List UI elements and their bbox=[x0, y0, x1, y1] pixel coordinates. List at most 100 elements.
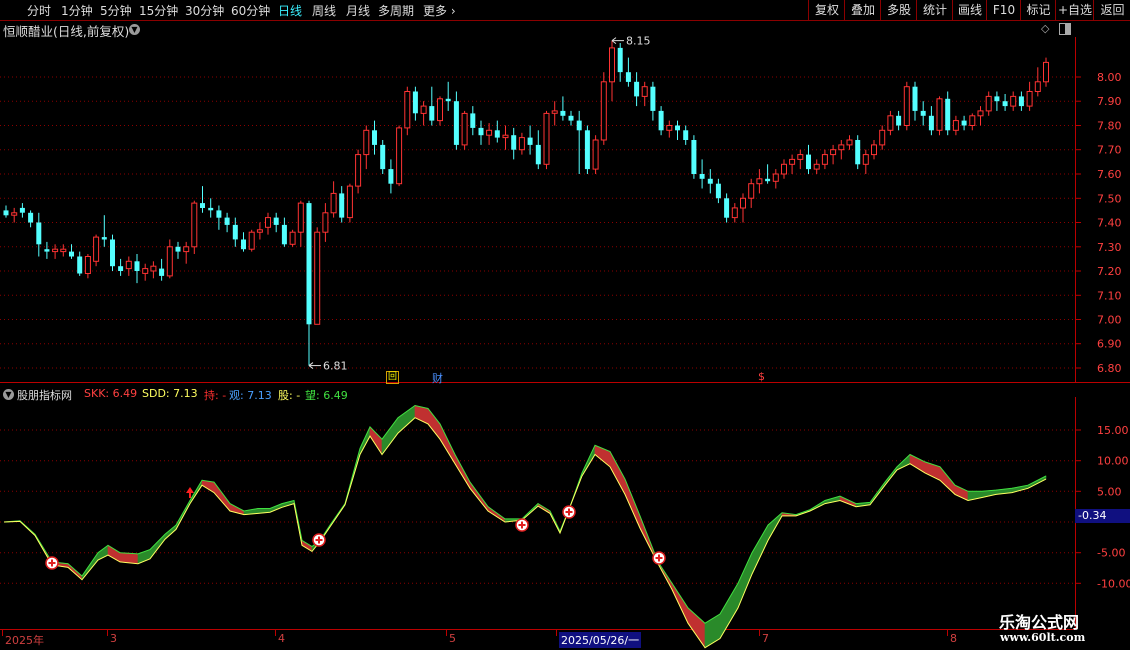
candle-body-65 bbox=[535, 144, 541, 165]
price-tick-label-5: 7.30 bbox=[1097, 241, 1122, 254]
candle-body-87 bbox=[715, 183, 721, 199]
candle-body-105 bbox=[862, 154, 869, 165]
candle-body-92 bbox=[756, 178, 763, 185]
candle-body-107 bbox=[879, 129, 886, 146]
watermark-title: 乐淘公式网 bbox=[999, 613, 1080, 632]
candle-body-56 bbox=[461, 112, 468, 146]
candle-body-64 bbox=[527, 137, 533, 145]
candle-body-122 bbox=[1002, 101, 1008, 107]
candle-body-24 bbox=[200, 203, 205, 208]
hui-marker[interactable]: 回 bbox=[386, 371, 399, 384]
indicator-chevron-icon[interactable]: ▼ bbox=[3, 389, 14, 400]
main-chart: 6.80 6.90 7.00 7.10 7.20 7.30 7.40 7.50 7.60 7.70… bbox=[0, 35, 1130, 649]
candle-body-1 bbox=[11, 212, 18, 216]
candle-body-62 bbox=[511, 135, 517, 150]
candle-body-98 bbox=[806, 154, 811, 170]
dollar-marker[interactable]: $ bbox=[758, 370, 765, 383]
candle-body-111 bbox=[912, 86, 918, 111]
candle-body-52 bbox=[429, 106, 435, 121]
date-tick-4 bbox=[556, 630, 557, 636]
candle-body-5 bbox=[44, 249, 50, 252]
candle-body-2 bbox=[19, 207, 25, 213]
date-tick-1 bbox=[107, 630, 108, 636]
price-tick-label-3: 7.10 bbox=[1097, 289, 1122, 302]
candle-body-109 bbox=[896, 115, 902, 126]
candle-body-17 bbox=[142, 268, 149, 274]
candle-body-96 bbox=[789, 158, 796, 165]
price-tick-label-0: 6.80 bbox=[1097, 362, 1122, 375]
date-label-0: 2025年 bbox=[5, 634, 44, 647]
price-tick-label-7: 7.50 bbox=[1097, 192, 1122, 205]
candle-body-46 bbox=[380, 144, 386, 170]
candle-body-106 bbox=[871, 144, 877, 156]
date-tick-6 bbox=[947, 630, 948, 636]
candle-body-114 bbox=[936, 98, 943, 131]
price-tick-label-9: 7.70 bbox=[1097, 144, 1122, 157]
candle-body-36 bbox=[297, 202, 304, 233]
date-tick-2 bbox=[275, 630, 276, 636]
candle-body-15 bbox=[125, 260, 132, 270]
indicator-name: 股朋指标网 bbox=[17, 389, 72, 402]
ind-band-seg-67 bbox=[939, 465, 956, 496]
candle-body-43 bbox=[355, 154, 362, 187]
candle-body-40 bbox=[330, 192, 337, 214]
candle-body-117 bbox=[961, 120, 967, 126]
date-label-6: 8 bbox=[950, 632, 957, 645]
indicator-item-1: SDD: 7.13 bbox=[142, 387, 198, 400]
candle-body-16 bbox=[134, 261, 140, 271]
indicator-axis: 15.00 10.00 5.00 -5.00 -10.00 bbox=[1075, 424, 1130, 590]
candle-body-104 bbox=[855, 140, 861, 165]
candle-body-7 bbox=[60, 248, 67, 253]
indicator-item-0: SKK: 6.49 bbox=[84, 387, 138, 400]
candle-body-25 bbox=[208, 207, 214, 211]
candle-body-48 bbox=[396, 127, 403, 185]
candle-body-112 bbox=[920, 110, 926, 116]
candle-body-99 bbox=[813, 163, 820, 170]
candle-body-57 bbox=[470, 113, 476, 128]
candle-body-11 bbox=[93, 236, 100, 262]
candle-body-82 bbox=[675, 125, 680, 131]
candle-body-26 bbox=[216, 210, 222, 218]
candle-body-20 bbox=[166, 246, 173, 277]
candle-body-47 bbox=[388, 169, 394, 184]
candle-body-100 bbox=[821, 154, 828, 165]
candle-body-58 bbox=[478, 127, 484, 136]
candle-body-39 bbox=[322, 212, 329, 233]
candle-body-9 bbox=[77, 256, 83, 274]
candle-body-61 bbox=[502, 134, 509, 139]
price-tick-label-12: 8.00 bbox=[1097, 71, 1122, 84]
date-label-3: 5 bbox=[449, 632, 456, 645]
indicator-item-4: 股: - bbox=[278, 389, 301, 402]
candle-body-35 bbox=[289, 231, 296, 245]
ind-band-seg-30 bbox=[397, 404, 416, 434]
ind-band-seg-45 bbox=[609, 451, 626, 495]
price-tick-label-11: 7.90 bbox=[1097, 95, 1122, 108]
candle-body-76 bbox=[625, 72, 631, 82]
candle-body-60 bbox=[494, 130, 500, 138]
candle-body-32 bbox=[265, 217, 271, 228]
candle-body-85 bbox=[699, 174, 705, 179]
candle-body-27 bbox=[224, 217, 230, 225]
cai-marker[interactable]: 财 bbox=[432, 370, 443, 386]
ind-band-seg-52 bbox=[719, 582, 739, 640]
candle-body-29 bbox=[241, 239, 246, 250]
candle-body-12 bbox=[101, 237, 107, 240]
candle-body-21 bbox=[175, 246, 181, 252]
price-grid bbox=[0, 76, 1075, 369]
candle-body-3 bbox=[28, 212, 34, 223]
candle-body-14 bbox=[118, 266, 124, 271]
indicator-item-5: 望: 6.49 bbox=[305, 389, 348, 402]
ind-tick-label-1: 10.00 bbox=[1097, 455, 1129, 468]
candle-body-75 bbox=[617, 47, 623, 73]
high-label: 8.15 bbox=[626, 35, 651, 48]
candle-body-73 bbox=[600, 81, 607, 141]
ind-band-seg-28 bbox=[369, 426, 383, 456]
candle-body-119 bbox=[977, 110, 984, 117]
price-tick-label-4: 7.20 bbox=[1097, 265, 1122, 278]
candle-body-34 bbox=[281, 224, 287, 245]
ind-band-seg-46 bbox=[624, 478, 641, 529]
candle-body-71 bbox=[584, 130, 590, 170]
candle-body-83 bbox=[683, 130, 689, 140]
candle-body-45 bbox=[372, 130, 377, 145]
candle-body-66 bbox=[543, 112, 550, 165]
